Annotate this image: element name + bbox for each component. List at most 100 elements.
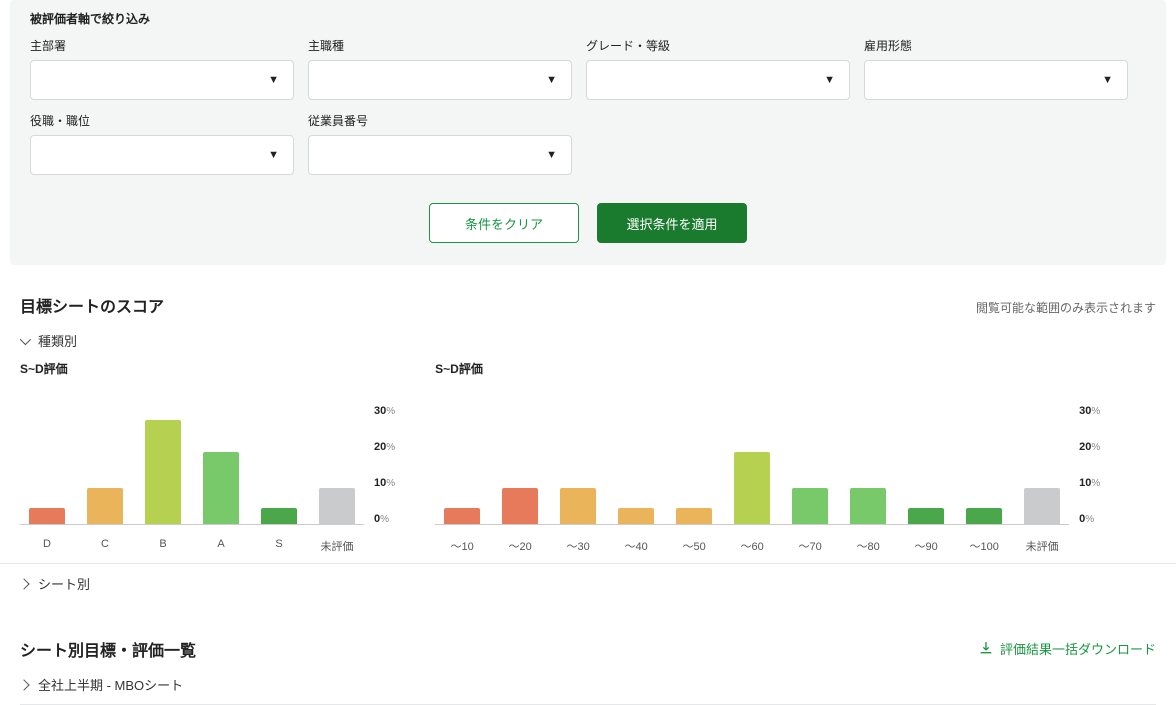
bar (734, 452, 770, 524)
chart-bars-1: 〜10〜20〜30〜40〜50〜60〜70〜80〜90〜100未評価 (435, 405, 1069, 525)
bar-label: C (101, 538, 109, 550)
ytick: 30% (1079, 405, 1100, 417)
ytick: 20% (1079, 441, 1100, 453)
bar-col: 〜60 (729, 404, 775, 524)
bar-label: D (43, 538, 51, 550)
filter-panel: 被評価者軸で絞り込み 主部署 ▼ 主職種 ▼ グレード・等級 ▼ 雇用形態 ▼ … (10, 0, 1166, 265)
bar (908, 508, 944, 524)
ytick: 10% (1079, 477, 1100, 489)
sheet-section-head: シート別目標・評価一覧 評価結果一括ダウンロード (20, 637, 1156, 661)
bar (850, 488, 886, 524)
caret-down-icon: ▼ (824, 74, 835, 86)
bar-col: 〜40 (613, 404, 659, 524)
filter-title: 被評価者軸で絞り込み (30, 10, 1146, 27)
bar (203, 452, 239, 524)
bar-col: D (24, 404, 70, 524)
bar-col: 未評価 (314, 404, 360, 524)
ytick: 0% (374, 513, 395, 525)
bar (502, 488, 538, 524)
bar-col: 未評価 (1019, 404, 1065, 524)
select-dept[interactable]: ▼ (30, 60, 294, 100)
field-dept: 主部署 ▼ (30, 37, 294, 100)
field-emp: 雇用形態 ▼ (864, 37, 1128, 100)
download-label: 評価結果一括ダウンロード (1000, 639, 1156, 658)
chart-title-0: S~D評価 (20, 360, 395, 377)
chart-yaxis-0: 30%20%10%0% (374, 405, 395, 525)
bar-label: 〜100 (969, 538, 998, 554)
label-dept: 主部署 (30, 37, 294, 54)
charts-row: S~D評価 DCBAS未評価 30%20%10%0% S~D評価 〜10〜20〜… (0, 360, 1176, 559)
label-grade: グレード・等級 (586, 37, 850, 54)
ytick: 10% (374, 477, 395, 489)
clear-button[interactable]: 条件をクリア (429, 203, 579, 243)
bar-col: S (256, 404, 302, 524)
bar-label: 未評価 (321, 538, 354, 554)
bar-col: C (82, 404, 128, 524)
bar-col: 〜10 (439, 404, 485, 524)
select-rank[interactable]: ▼ (30, 135, 294, 175)
bar-col: 〜80 (845, 404, 891, 524)
chevron-right-icon (18, 578, 29, 589)
bar-label: 〜50 (683, 538, 706, 554)
bar (87, 488, 123, 524)
select-emp[interactable]: ▼ (864, 60, 1128, 100)
field-job: 主職種 ▼ (308, 37, 572, 100)
score-section-head: 目標シートのスコア 閲覧可能な範囲のみ表示されます (20, 293, 1156, 317)
bar-label: 〜20 (509, 538, 532, 554)
download-link[interactable]: 評価結果一括ダウンロード (978, 639, 1156, 658)
chart-bars-0: DCBAS未評価 (20, 405, 364, 525)
collapser-by-sheet-label: シート別 (38, 574, 90, 593)
collapser-by-type[interactable]: 種類別 (0, 321, 1176, 360)
sheet-item-0-label: 全社上半期 - MBOシート (38, 675, 183, 694)
chevron-down-icon (20, 333, 31, 344)
collapser-by-sheet[interactable]: シート別 (0, 563, 1176, 603)
bar (560, 488, 596, 524)
bar-col: 〜50 (671, 404, 717, 524)
select-job[interactable]: ▼ (308, 60, 572, 100)
score-section-note: 閲覧可能な範囲のみ表示されます (976, 299, 1156, 316)
ytick: 30% (374, 405, 395, 417)
bar-label: 〜90 (915, 538, 938, 554)
collapser-sheet-0[interactable]: 全社上半期 - MBOシート (0, 665, 1176, 704)
bar-label: A (217, 538, 224, 550)
label-empno: 従業員番号 (308, 112, 572, 129)
chart-sd-grade: S~D評価 DCBAS未評価 30%20%10%0% (20, 360, 395, 551)
bar (676, 508, 712, 524)
select-grade[interactable]: ▼ (586, 60, 850, 100)
bar (792, 488, 828, 524)
bar-label: 〜70 (799, 538, 822, 554)
bar-label: 〜40 (625, 538, 648, 554)
bar-col: B (140, 404, 186, 524)
bar-col: 〜30 (555, 404, 601, 524)
score-section-title: 目標シートのスコア (20, 293, 164, 317)
bar (444, 508, 480, 524)
label-emp: 雇用形態 (864, 37, 1128, 54)
field-empno: 従業員番号 ▼ (308, 112, 572, 175)
filter-actions: 条件をクリア 選択条件を適用 (30, 203, 1146, 243)
caret-down-icon: ▼ (546, 149, 557, 161)
caret-down-icon: ▼ (546, 74, 557, 86)
chevron-right-icon (18, 679, 29, 690)
filter-row-1: 主部署 ▼ 主職種 ▼ グレード・等級 ▼ 雇用形態 ▼ (30, 37, 1146, 100)
bar-col: 〜90 (903, 404, 949, 524)
label-rank: 役職・職位 (30, 112, 294, 129)
bar (1024, 488, 1060, 524)
caret-down-icon: ▼ (268, 149, 279, 161)
sheet-section-title: シート別目標・評価一覧 (20, 637, 196, 661)
bar-label: 〜30 (567, 538, 590, 554)
bar (145, 420, 181, 524)
download-icon (978, 640, 994, 656)
chart-title-1: S~D評価 (435, 360, 1100, 377)
bar (261, 508, 297, 524)
caret-down-icon: ▼ (268, 74, 279, 86)
ytick: 0% (1079, 513, 1100, 525)
select-empno[interactable]: ▼ (308, 135, 572, 175)
bar-col: 〜20 (497, 404, 543, 524)
bar (966, 508, 1002, 524)
bar-label: 未評価 (1026, 538, 1059, 554)
apply-button[interactable]: 選択条件を適用 (597, 203, 747, 243)
label-job: 主職種 (308, 37, 572, 54)
bar (618, 508, 654, 524)
filter-row-2: 役職・職位 ▼ 従業員番号 ▼ (30, 112, 1146, 175)
field-rank: 役職・職位 ▼ (30, 112, 294, 175)
